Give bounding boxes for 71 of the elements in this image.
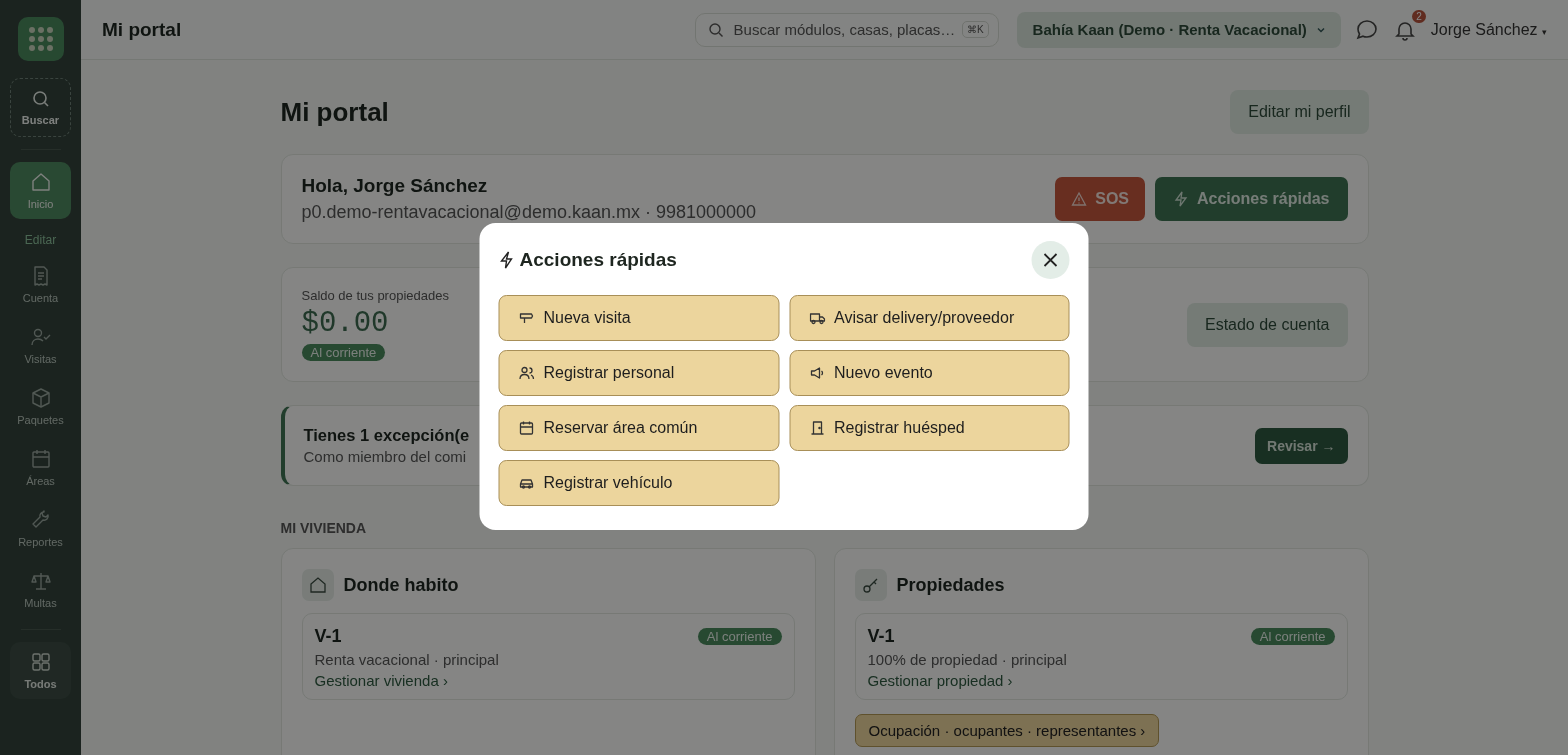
search-icon [30, 89, 51, 109]
calendar-icon [29, 448, 52, 470]
close-button[interactable] [1031, 241, 1070, 279]
unit-name: V-1 [314, 626, 342, 647]
alert-title: Tienes 1 excepción(e [303, 426, 470, 445]
section-heading: MI VIVIENDA [280, 520, 368, 536]
dialog-title: Acciones rápidas [519, 249, 677, 271]
sidebar-item[interactable]: Visitas [10, 318, 71, 373]
user-menu[interactable]: Jorge Sánchez ▾ [1430, 20, 1547, 39]
quick-action-button[interactable]: Registrar huésped [789, 405, 1070, 451]
house-icon [301, 569, 334, 601]
scale-icon [29, 570, 52, 592]
chat-icon[interactable] [1354, 17, 1379, 42]
truck-icon [809, 310, 825, 326]
balance-amount: $0.00 [301, 307, 389, 340]
search-icon [707, 21, 724, 38]
alert-text: Como miembro del comi [303, 448, 468, 465]
close-icon [1041, 251, 1060, 269]
notification-badge: 2 [1412, 9, 1426, 23]
contact-info: p0.demo-rentavacacional@demo.kaan.mx · 9981000000 [301, 202, 757, 223]
quick-action-button[interactable]: Avisar delivery/proveedor [789, 295, 1070, 341]
sidebar-item[interactable]: Reportes [10, 501, 71, 556]
quick-actions-button[interactable]: Acciones rápidas [1155, 177, 1348, 221]
quick-action-button[interactable]: Nueva visita [498, 295, 779, 341]
door-icon [809, 420, 825, 436]
card-title: Donde habito [343, 574, 459, 596]
edit-link[interactable]: Editar [24, 233, 57, 247]
warning-icon [1071, 191, 1088, 207]
quick-action-button[interactable]: Registrar vehículo [498, 460, 779, 506]
sidebar-item[interactable]: Inicio [10, 162, 71, 219]
calendar-icon [518, 420, 535, 436]
occupancy-button[interactable]: Ocupación · ocupantes · representantes › [854, 714, 1160, 747]
house-icon [29, 171, 52, 193]
page-heading: Mi portal [280, 96, 389, 128]
manage-link[interactable]: Gestionar propiedad › [867, 672, 1335, 689]
status-badge: Al corriente [697, 628, 782, 645]
person-check-icon [29, 326, 52, 348]
key-icon [854, 569, 887, 601]
quick-action-button[interactable]: Registrar personal [498, 350, 779, 396]
manage-link[interactable]: Gestionar vivienda › [314, 672, 782, 689]
signpost-icon [518, 310, 535, 326]
unit-detail: 100% de propiedad · principal [867, 651, 1068, 668]
status-badge: Al corriente [301, 344, 386, 361]
megaphone-icon [809, 365, 825, 381]
page-title: Mi portal [102, 18, 182, 41]
account-statement-button[interactable]: Estado de cuenta [1186, 302, 1348, 347]
sos-button[interactable]: SOS [1055, 177, 1145, 221]
greeting-title: Hola, Jorge Sánchez [301, 175, 489, 197]
shortcut-hint: ⌘K [961, 20, 989, 38]
sidebar-item[interactable]: Paquetes [10, 379, 71, 434]
balance-label: Saldo de tus propiedades [301, 288, 449, 303]
quick-action-button[interactable]: Reservar área común [498, 405, 779, 451]
quick-action-button[interactable]: Nuevo evento [789, 350, 1070, 396]
apps-logo-icon[interactable] [17, 17, 64, 61]
box-icon [29, 387, 52, 409]
community-selector[interactable]: Bahía Kaan (Demo · Renta Vacacional) [1016, 11, 1341, 48]
all-modules-button[interactable]: Todos [10, 642, 71, 699]
grid-icon [29, 651, 52, 673]
search-button[interactable]: Buscar [10, 78, 71, 137]
sidebar-item[interactable]: Multas [10, 562, 71, 617]
sidebar-item[interactable]: Cuenta [10, 257, 71, 312]
lightning-icon [498, 251, 515, 269]
sidebar-item[interactable]: Áreas [10, 440, 71, 495]
people-icon [518, 365, 535, 381]
status-badge: Al corriente [1250, 628, 1335, 645]
card-title: Propiedades [896, 574, 1005, 596]
review-button[interactable]: Revisar → [1255, 427, 1348, 464]
unit-name: V-1 [867, 626, 895, 647]
lightning-icon [1173, 191, 1189, 207]
unit-detail: Renta vacacional · principal [314, 651, 500, 668]
edit-profile-button[interactable]: Editar mi perfil [1230, 90, 1369, 134]
